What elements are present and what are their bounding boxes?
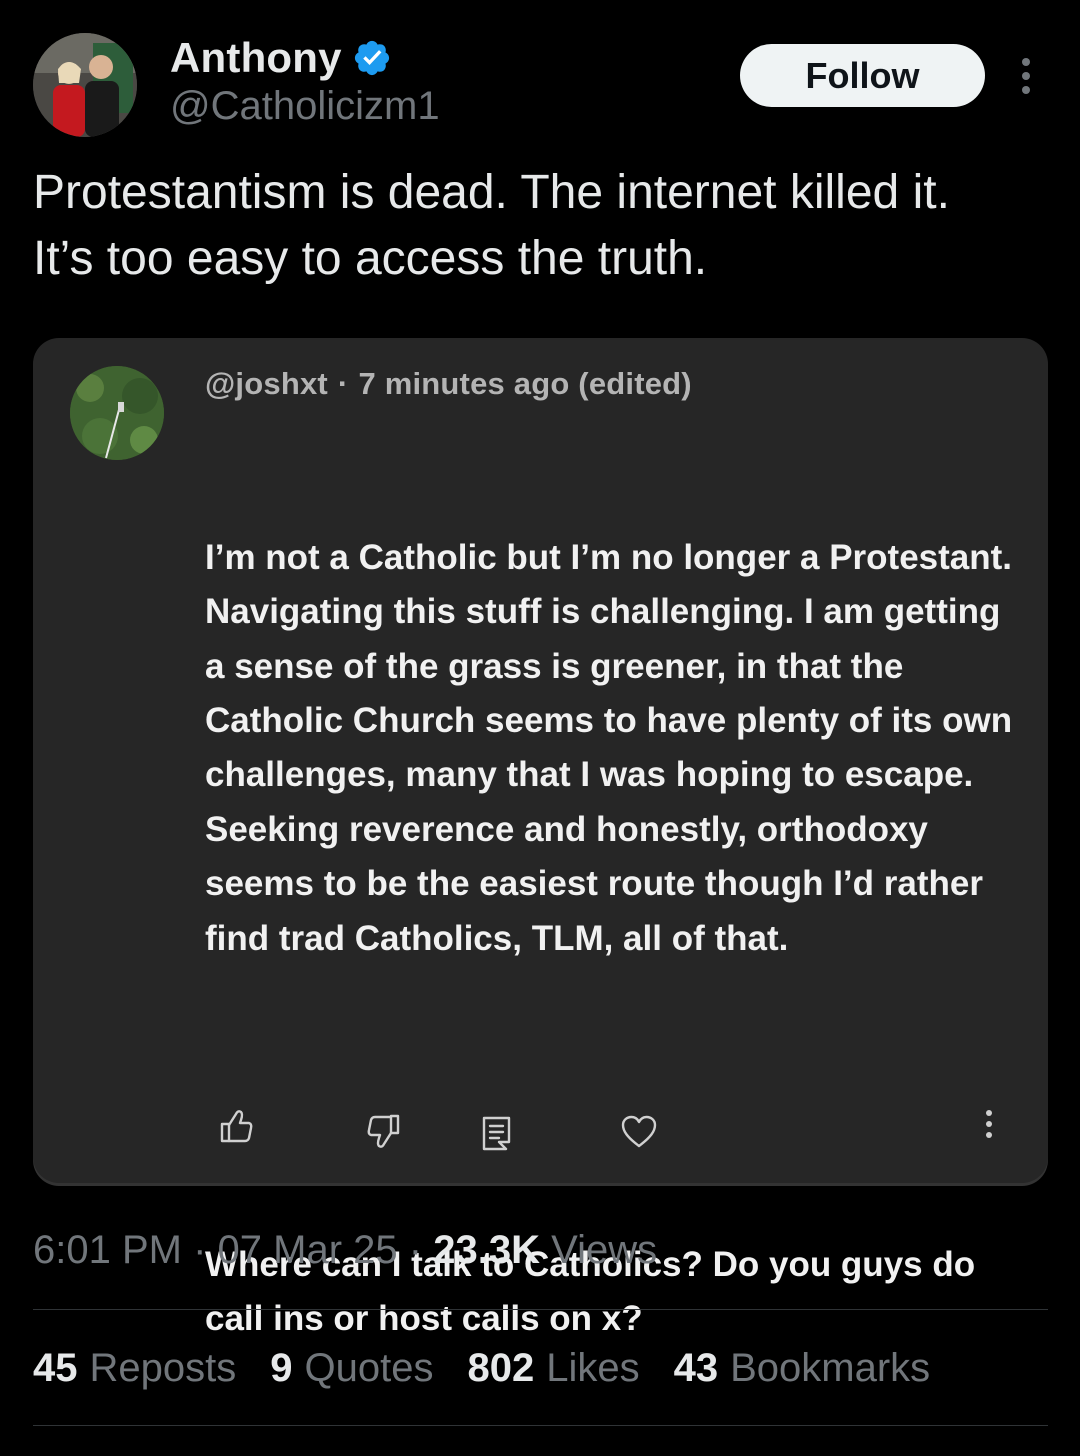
quotes-stat[interactable]: 9 Quotes xyxy=(270,1346,433,1391)
quotes-label: Quotes xyxy=(304,1346,434,1390)
meta-separator: · xyxy=(337,366,349,401)
more-vertical-icon[interactable] xyxy=(1014,56,1038,96)
thumbs-up-icon[interactable] xyxy=(219,1106,255,1146)
reposts-label: Reposts xyxy=(89,1346,237,1390)
comment-time: 7 minutes ago (edited) xyxy=(358,366,692,401)
timestamp-separator: · xyxy=(193,1228,207,1272)
bookmarks-label: Bookmarks xyxy=(730,1346,931,1390)
quotes-count: 9 xyxy=(270,1346,293,1390)
author-avatar[interactable] xyxy=(33,33,137,137)
bookmarks-stat[interactable]: 43 Bookmarks xyxy=(674,1346,931,1391)
author-avatar-image xyxy=(33,33,137,137)
heart-icon[interactable] xyxy=(619,1112,659,1152)
tweet-header: Anthony @Catholicizm1 Follow xyxy=(0,0,1080,150)
comment-paragraph-1: I’m not a Catholic but I’m no longer a P… xyxy=(205,537,1022,958)
commenter-avatar xyxy=(70,366,164,460)
comment-icon[interactable] xyxy=(479,1114,515,1154)
divider-top xyxy=(33,1309,1048,1310)
author-name-row: Anthony xyxy=(170,34,392,82)
likes-label: Likes xyxy=(546,1346,640,1390)
comment-meta: @joshxt · 7 minutes ago (edited) xyxy=(205,366,692,402)
reposts-count: 45 xyxy=(33,1346,78,1390)
author-handle[interactable]: @Catholicizm1 xyxy=(170,84,440,129)
tweet-time[interactable]: 6:01 PM xyxy=(33,1228,182,1272)
tweet-text: Protestantism is dead. The internet kill… xyxy=(33,166,950,285)
follow-button[interactable]: Follow xyxy=(740,44,985,107)
verified-badge-icon xyxy=(352,38,392,78)
bookmarks-count: 43 xyxy=(673,1346,719,1390)
author-display-name[interactable]: Anthony xyxy=(170,34,342,82)
tweet-timestamp-row: 6:01 PM · 07 Mar 25 · 23.3K Views xyxy=(33,1228,657,1273)
comment-body: I’m not a Catholic but I’m no longer a P… xyxy=(205,422,1025,1456)
comment-more-icon[interactable] xyxy=(977,1106,1001,1146)
likes-stat[interactable]: 802 Likes xyxy=(467,1346,639,1391)
engagement-stats: 45 Reposts 9 Quotes 802 Likes 43 Bookmarks xyxy=(33,1346,930,1391)
thumbs-down-icon[interactable] xyxy=(365,1112,401,1152)
quoted-comment-card[interactable]: @joshxt · 7 minutes ago (edited) I’m not a… xyxy=(33,338,1048,1338)
tweet-date[interactable]: 07 Mar 25 xyxy=(218,1228,398,1272)
commenter-avatar-image xyxy=(70,366,164,460)
reposts-stat[interactable]: 45 Reposts xyxy=(33,1346,236,1391)
likes-count: 802 xyxy=(467,1346,535,1390)
comment-actions xyxy=(33,1106,1048,1156)
views-count: 23.3K xyxy=(433,1228,540,1272)
commenter-handle[interactable]: @joshxt xyxy=(205,366,328,401)
divider-bottom xyxy=(33,1425,1048,1426)
views-label: Views xyxy=(551,1228,658,1272)
timestamp-separator: · xyxy=(408,1228,423,1272)
